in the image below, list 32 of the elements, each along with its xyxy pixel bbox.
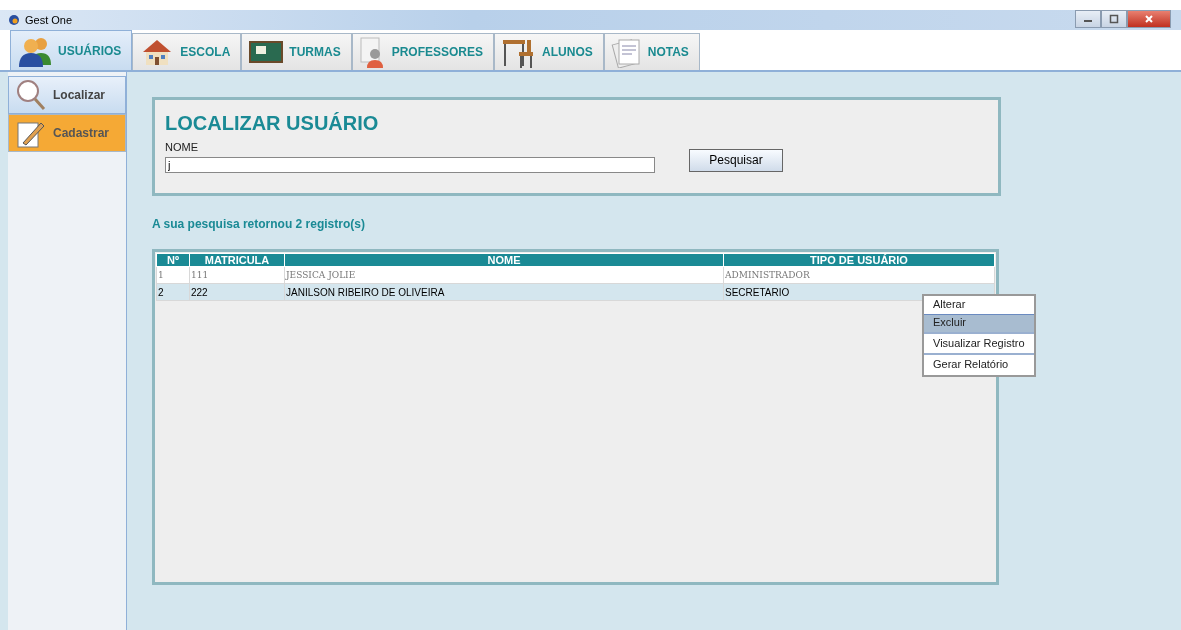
table-row[interactable]: 1 111 JESSICA JOLIE ADMINISTRADOR xyxy=(156,266,995,284)
column-header[interactable]: Nº xyxy=(156,253,190,267)
magnifier-icon xyxy=(15,79,47,111)
tab[interactable]: USUÁRIOS xyxy=(10,30,133,70)
chalkboard-icon xyxy=(248,38,285,66)
panel-title: LOCALIZAR USUÁRIO xyxy=(165,112,380,135)
menu-item[interactable]: Excluir xyxy=(924,314,1034,334)
field-label: NOME xyxy=(165,141,199,153)
window-title: Gest One xyxy=(25,14,73,26)
sidebar-item[interactable]: Cadastrar xyxy=(8,114,126,152)
menu-item[interactable]: Visualizar Registro xyxy=(924,336,1034,355)
tab[interactable]: ALUNOS xyxy=(494,33,604,70)
tab[interactable]: TURMAS xyxy=(241,33,352,70)
close-icon xyxy=(1144,14,1154,24)
menu-item[interactable]: Gerar Relatório xyxy=(924,357,1034,374)
restore-icon xyxy=(1109,14,1119,24)
column-header[interactable]: MATRICULA xyxy=(189,253,285,267)
tab[interactable]: ESCOLA xyxy=(132,33,242,70)
search-button[interactable]: Pesquisar xyxy=(689,148,783,172)
tab[interactable]: NOTAS xyxy=(603,33,700,70)
restore-button[interactable] xyxy=(1101,10,1127,28)
tab[interactable]: PROFESSORES xyxy=(351,33,495,70)
table-row[interactable]: 2 222 JANILSON RIBEIRO DE OLIVEIRA SECRETARIO xyxy=(156,283,995,301)
app-logo-icon xyxy=(8,14,20,26)
column-header[interactable]: TIPO DE USUÁRIO xyxy=(723,253,995,267)
minimize-button[interactable] xyxy=(1075,10,1101,28)
close-button[interactable] xyxy=(1127,10,1171,28)
column-header[interactable]: NOME xyxy=(284,253,724,267)
papers-icon xyxy=(610,36,643,68)
name-field[interactable]: j xyxy=(165,157,655,173)
result-count-text: A sua pesquisa retornou 2 registro(s) xyxy=(152,217,366,231)
sidebar-item[interactable]: Localizar xyxy=(8,76,126,114)
